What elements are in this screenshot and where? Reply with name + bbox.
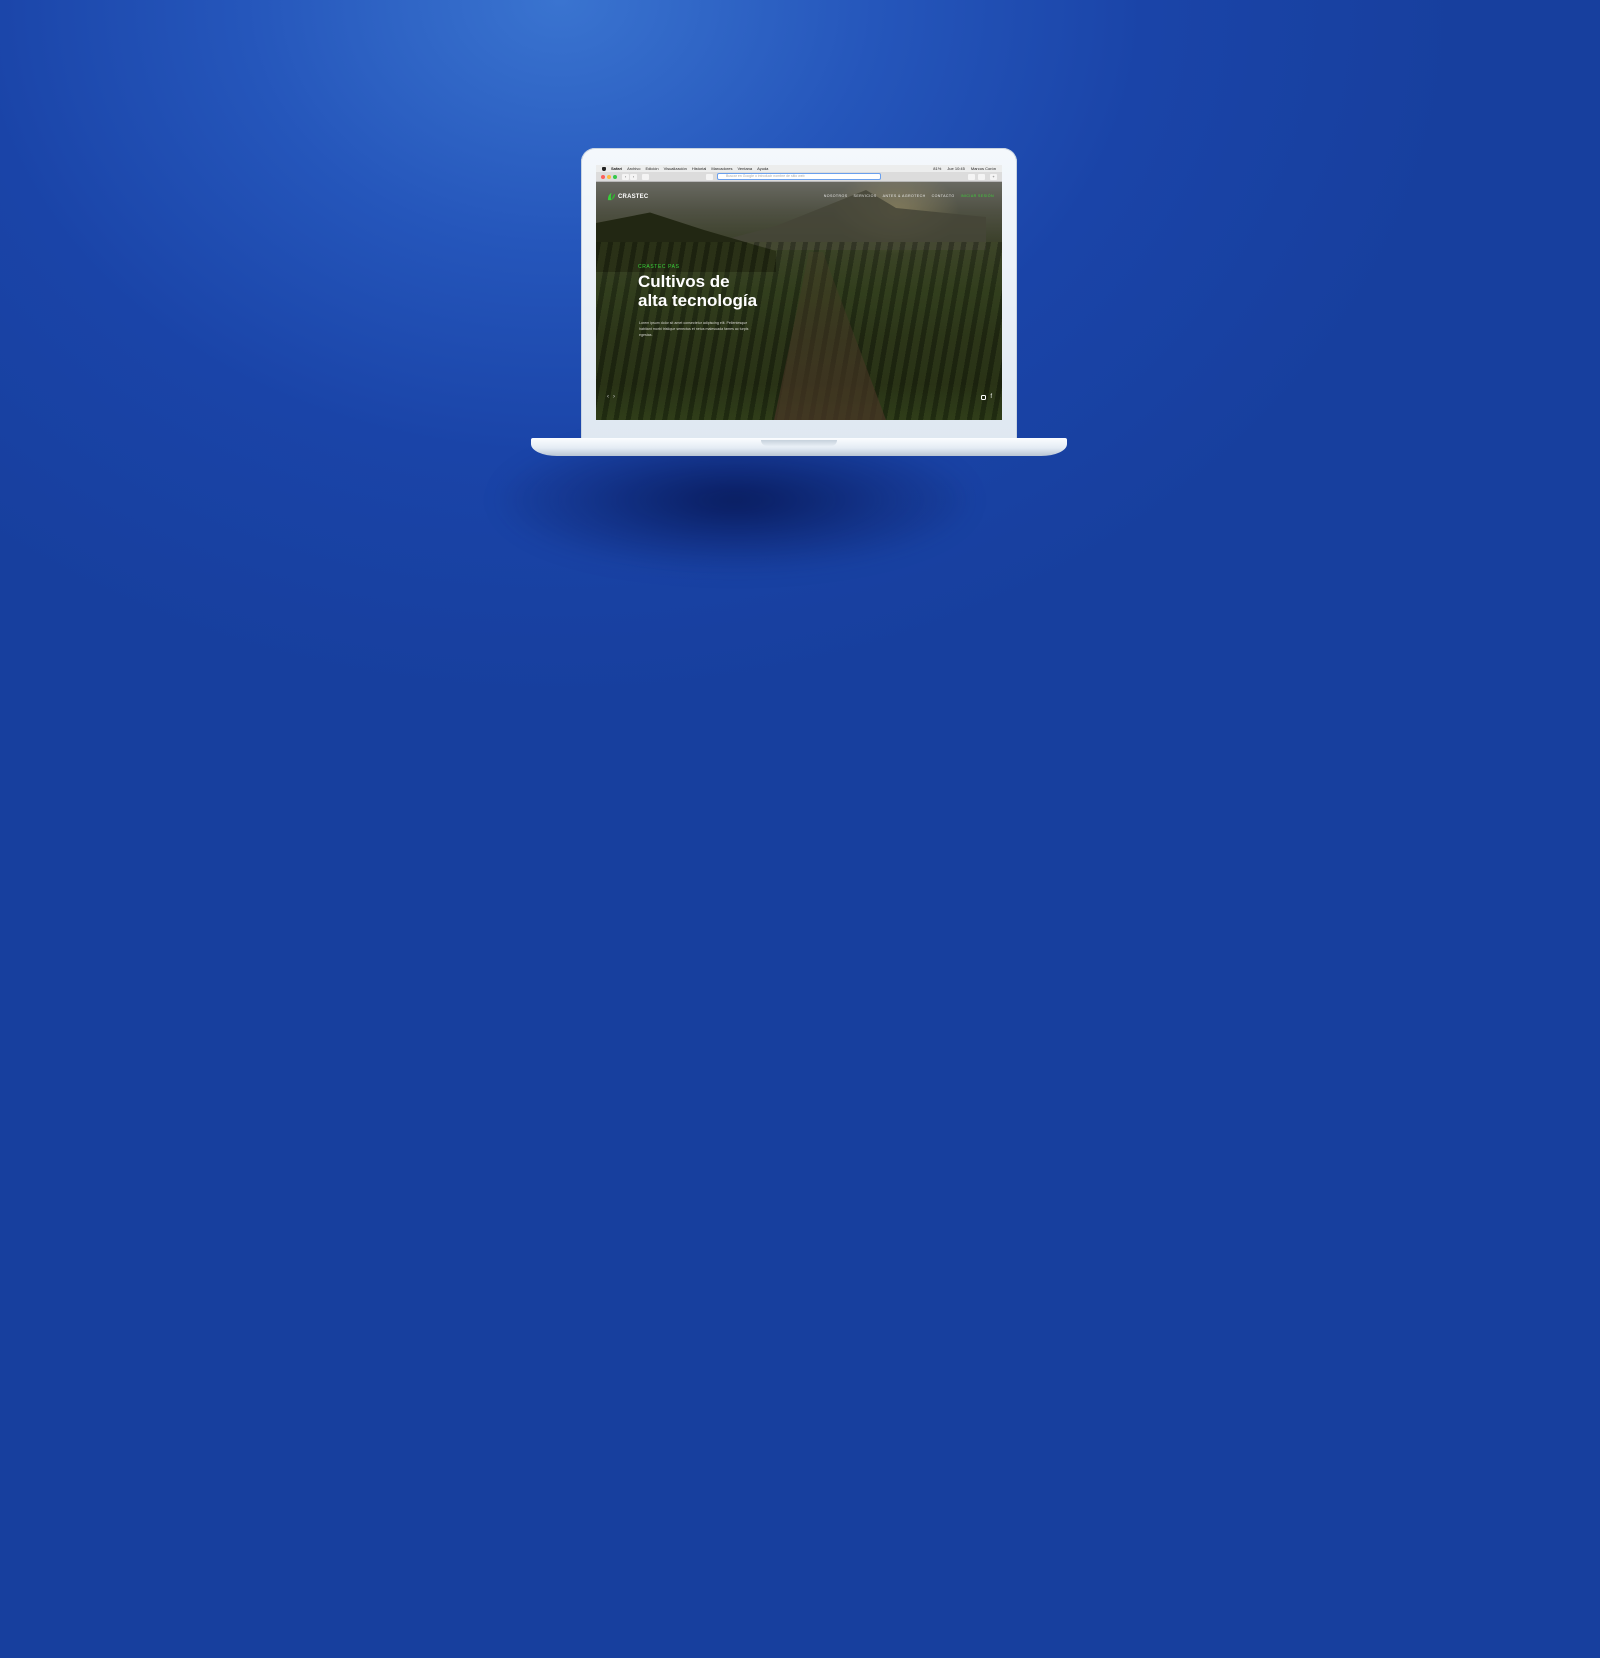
menubar-status: 81% Jue 10:45 Marcos Corón [927,165,996,172]
safari-toolbar: ‹ › Buscar en Google o introducir nombre… [596,172,1002,182]
laptop-screen: Safari Archivo Edición Visualización His… [596,165,1002,420]
hero-section: CRASTEC NOSOTROS SERVICIOS ANTES & AGROT… [596,182,1002,420]
forward-icon[interactable]: › [630,174,637,180]
logo-text: CRASTEC [618,193,649,200]
mac-menubar: Safari Archivo Edición Visualización His… [596,165,1002,172]
nav-nosotros[interactable]: NOSOTROS [824,194,848,198]
site-logo[interactable]: CRASTEC [607,192,648,201]
scene: Safari Archivo Edición Visualización His… [0,0,1600,1658]
nav-servicios[interactable]: SERVICIOS [854,194,877,198]
menu-marcadores[interactable]: Marcadores [711,165,732,172]
user-label[interactable]: Marcos Corón [971,165,996,172]
new-tab-icon[interactable]: + [990,174,997,180]
chevron-right-icon[interactable]: › [613,394,615,400]
menu-historial[interactable]: Historial [692,165,706,172]
menu-archivo[interactable]: Archivo [627,165,640,172]
nav-antes-agrotech[interactable]: ANTES & AGROTECH [883,194,926,198]
chevron-left-icon[interactable]: ‹ [607,394,609,400]
slider-arrows: ‹ › [607,394,619,400]
menu-edicion[interactable]: Edición [645,165,658,172]
address-bar[interactable]: Buscar en Google o introducir nombre de … [717,173,881,180]
menu-app-name[interactable]: Safari [611,165,622,172]
back-icon[interactable]: ‹ [622,174,629,180]
social-links: f [981,394,992,400]
hero-title-line-2: alta tecnología [638,291,758,310]
apple-icon[interactable] [602,166,606,171]
hero-eyebrow: CRASTEC PAS [638,264,680,270]
menu-visualizacion[interactable]: Visualización [664,165,687,172]
close-window-button[interactable] [601,175,605,179]
menu-ayuda[interactable]: Ayuda [757,165,768,172]
hero-body-text: Lorem ipsum dolor sit amet consectetur a… [639,321,749,337]
menu-ventana[interactable]: Ventana [737,165,752,172]
zoom-window-button[interactable] [613,175,617,179]
nav-iniciar-sesion[interactable]: INICIAR SESIÓN [961,194,994,198]
tabs-icon[interactable] [978,174,985,180]
share-icon[interactable] [968,174,975,180]
battery-label[interactable]: 81% [933,165,941,172]
instagram-icon[interactable] [981,394,987,400]
laptop-notch [761,440,837,446]
site-nav: NOSOTROS SERVICIOS ANTES & AGROTECH CONT… [818,194,994,198]
hero-title: Cultivos de alta tecnología [638,272,757,310]
minimize-window-button[interactable] [607,175,611,179]
facebook-icon[interactable]: f [990,394,992,400]
nav-contacto[interactable]: CONTACTO [932,194,955,198]
clock-label[interactable]: Jue 10:45 [947,165,965,172]
shield-icon[interactable] [706,174,713,180]
sidebar-icon[interactable] [642,174,649,180]
leaf-icon [607,192,616,201]
hero-title-line-1: Cultivos de [638,272,730,291]
